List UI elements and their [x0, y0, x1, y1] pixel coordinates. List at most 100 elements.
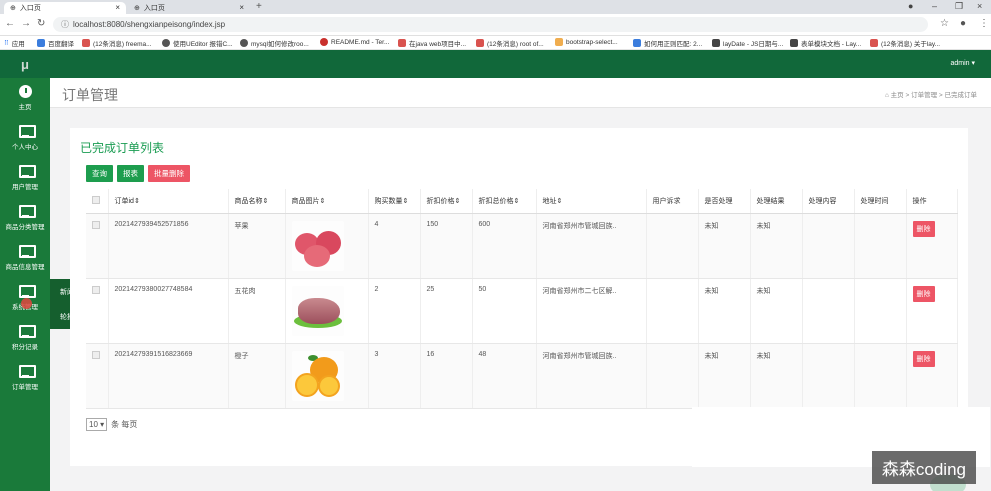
close-tab-icon[interactable]: ×	[239, 3, 244, 12]
col-header[interactable]: 购买数量⇕	[368, 189, 421, 214]
handle-result: 未知	[750, 278, 803, 344]
bookmarks-bar: ⠿ 应用 百度翻译 (12条消息) freema... 使用UEditor 报错C…	[0, 36, 991, 50]
bookmark-item[interactable]: README.md - Ter...	[320, 38, 389, 46]
batch-delete-button[interactable]: 批量删除	[148, 165, 190, 182]
query-button[interactable]: 查询	[86, 165, 113, 182]
sidebar: μ 主页 个人中心 用户管理 商品分类管理 商品信息管理 系统管理 积分记录 订…	[0, 50, 50, 491]
product-image-cell	[285, 278, 369, 344]
bookmark-item[interactable]: (12条消息) root of...	[476, 38, 544, 48]
bookmark-item[interactable]: 百度翻译	[37, 38, 74, 48]
sidebar-item-categories[interactable]: 商品分类管理	[0, 198, 50, 238]
close-tab-icon[interactable]: ×	[115, 3, 120, 12]
is-handled: 未知	[698, 278, 751, 344]
sidebar-item-home[interactable]: 主页	[0, 78, 50, 118]
handle-result: 未知	[750, 213, 803, 279]
url-input[interactable]: ⓘ localhost:8080/shengxianpeisong/index.j…	[53, 17, 928, 32]
monitor-icon	[18, 365, 36, 378]
discount-price: 150	[420, 213, 473, 279]
bookmark-item[interactable]: mysql如何修改roo...	[240, 38, 309, 48]
user-menu[interactable]: admin ▾	[950, 59, 975, 67]
quantity: 2	[368, 278, 421, 344]
bootstrap-icon	[555, 38, 563, 46]
is-handled: 未知	[698, 343, 751, 409]
delete-button[interactable]: 删除	[912, 285, 935, 302]
bookmark-item[interactable]: 表单模块文档 - Lay...	[790, 38, 861, 48]
translate-icon	[37, 39, 45, 47]
bookmark-item[interactable]: (12条消息) 关于lay...	[870, 38, 940, 48]
col-header: 处理结果	[750, 189, 803, 214]
sidebar-item-users[interactable]: 用户管理	[0, 158, 50, 198]
minimize-icon[interactable]: –	[932, 1, 937, 11]
orange-image	[291, 350, 344, 401]
bookmark-item[interactable]: bootstrap-select...	[555, 38, 618, 46]
product-name: 五花肉	[228, 278, 286, 344]
bookmark-item[interactable]: 使用UEditor 报错C...	[162, 38, 233, 48]
discount-total: 50	[472, 278, 537, 344]
report-button[interactable]: 报表	[117, 165, 144, 182]
col-header[interactable]: 折扣价格⇕	[420, 189, 473, 214]
sidebar-item-products[interactable]: 商品信息管理	[0, 238, 50, 278]
profile-dot-icon[interactable]: ●	[908, 1, 913, 11]
user-demand	[646, 278, 699, 344]
col-header[interactable]: 订单id⇕	[108, 189, 229, 214]
gitee-icon	[320, 38, 328, 46]
mouse-cursor-highlight	[21, 298, 32, 309]
breadcrumb: ⌂ 主页 > 订单管理 > 已完成订单	[884, 92, 977, 99]
close-window-icon[interactable]: ×	[977, 1, 982, 11]
back-icon[interactable]: ←	[5, 18, 15, 29]
sidebar-item-points[interactable]: 积分记录	[0, 318, 50, 358]
monitor-icon	[18, 165, 36, 178]
menu-icon[interactable]: ⋮	[979, 18, 989, 29]
delete-button[interactable]: 删除	[912, 350, 935, 367]
product-image-cell	[285, 213, 369, 279]
col-header[interactable]: 折扣总价格⇕	[472, 189, 537, 214]
order-id: 2021427939452571856	[108, 213, 229, 279]
handle-time	[854, 278, 907, 344]
bookmark-apps[interactable]: ⠿ 应用	[4, 38, 25, 48]
star-icon[interactable]: ☆	[940, 18, 949, 29]
watermark: 森森coding	[871, 451, 976, 484]
discount-price: 25	[420, 278, 473, 344]
chevron-down-icon: ▾	[100, 420, 105, 429]
col-header: 处理内容	[802, 189, 855, 214]
doc-icon	[712, 39, 720, 47]
search-icon	[162, 39, 170, 47]
sidebar-item-orders[interactable]: 订单管理	[0, 358, 50, 398]
page-size-select[interactable]: 10 ▾	[86, 418, 108, 431]
discount-total: 600	[472, 213, 537, 279]
bookmark-item[interactable]: 如何用正则匹配: 2...	[633, 38, 702, 48]
account-icon[interactable]: ●	[960, 18, 966, 29]
delete-button[interactable]: 删除	[912, 220, 935, 237]
col-header[interactable]: 商品名称⇕	[228, 189, 286, 214]
table-row: 20214279380027748584 五花肉 2 25 50 河南省郑州市二…	[86, 278, 958, 344]
select-all-header	[86, 189, 109, 214]
action-cell: 删除	[906, 343, 958, 409]
col-header[interactable]: 商品图片⇕	[285, 189, 369, 214]
bookmark-item[interactable]: (12条消息) freema...	[82, 38, 152, 48]
row-select-cell	[86, 343, 109, 409]
handle-time	[854, 213, 907, 279]
forward-icon[interactable]: →	[21, 18, 31, 29]
row-checkbox[interactable]	[92, 350, 100, 359]
bookmark-item[interactable]: 在java web项目中...	[398, 38, 466, 48]
select-all-checkbox[interactable]	[92, 195, 100, 204]
bookmark-item[interactable]: layDate - JS日期与...	[712, 38, 783, 48]
row-checkbox[interactable]	[92, 220, 100, 229]
restore-icon[interactable]: ❐	[955, 1, 963, 12]
csdn-icon	[476, 39, 484, 47]
browser-tab[interactable]: ⊕ 入口页 ×	[128, 2, 250, 14]
row-checkbox[interactable]	[92, 285, 100, 294]
row-select-cell	[86, 278, 109, 344]
sidebar-item-profile[interactable]: 个人中心	[0, 118, 50, 158]
new-tab-icon[interactable]: +	[256, 1, 262, 12]
quantity: 3	[368, 343, 421, 409]
browser-tab[interactable]: ⊕ 入口页 ×	[4, 2, 126, 14]
discount-price: 16	[420, 343, 473, 409]
order-id: 20214279380027748584	[108, 278, 229, 344]
product-image-cell	[285, 343, 369, 409]
col-header[interactable]: 地址⇕	[536, 189, 647, 214]
monitor-icon	[18, 325, 36, 338]
reload-icon[interactable]: ↻	[37, 18, 45, 29]
csdn-icon	[398, 39, 406, 47]
col-header: 用户诉求	[646, 189, 699, 214]
